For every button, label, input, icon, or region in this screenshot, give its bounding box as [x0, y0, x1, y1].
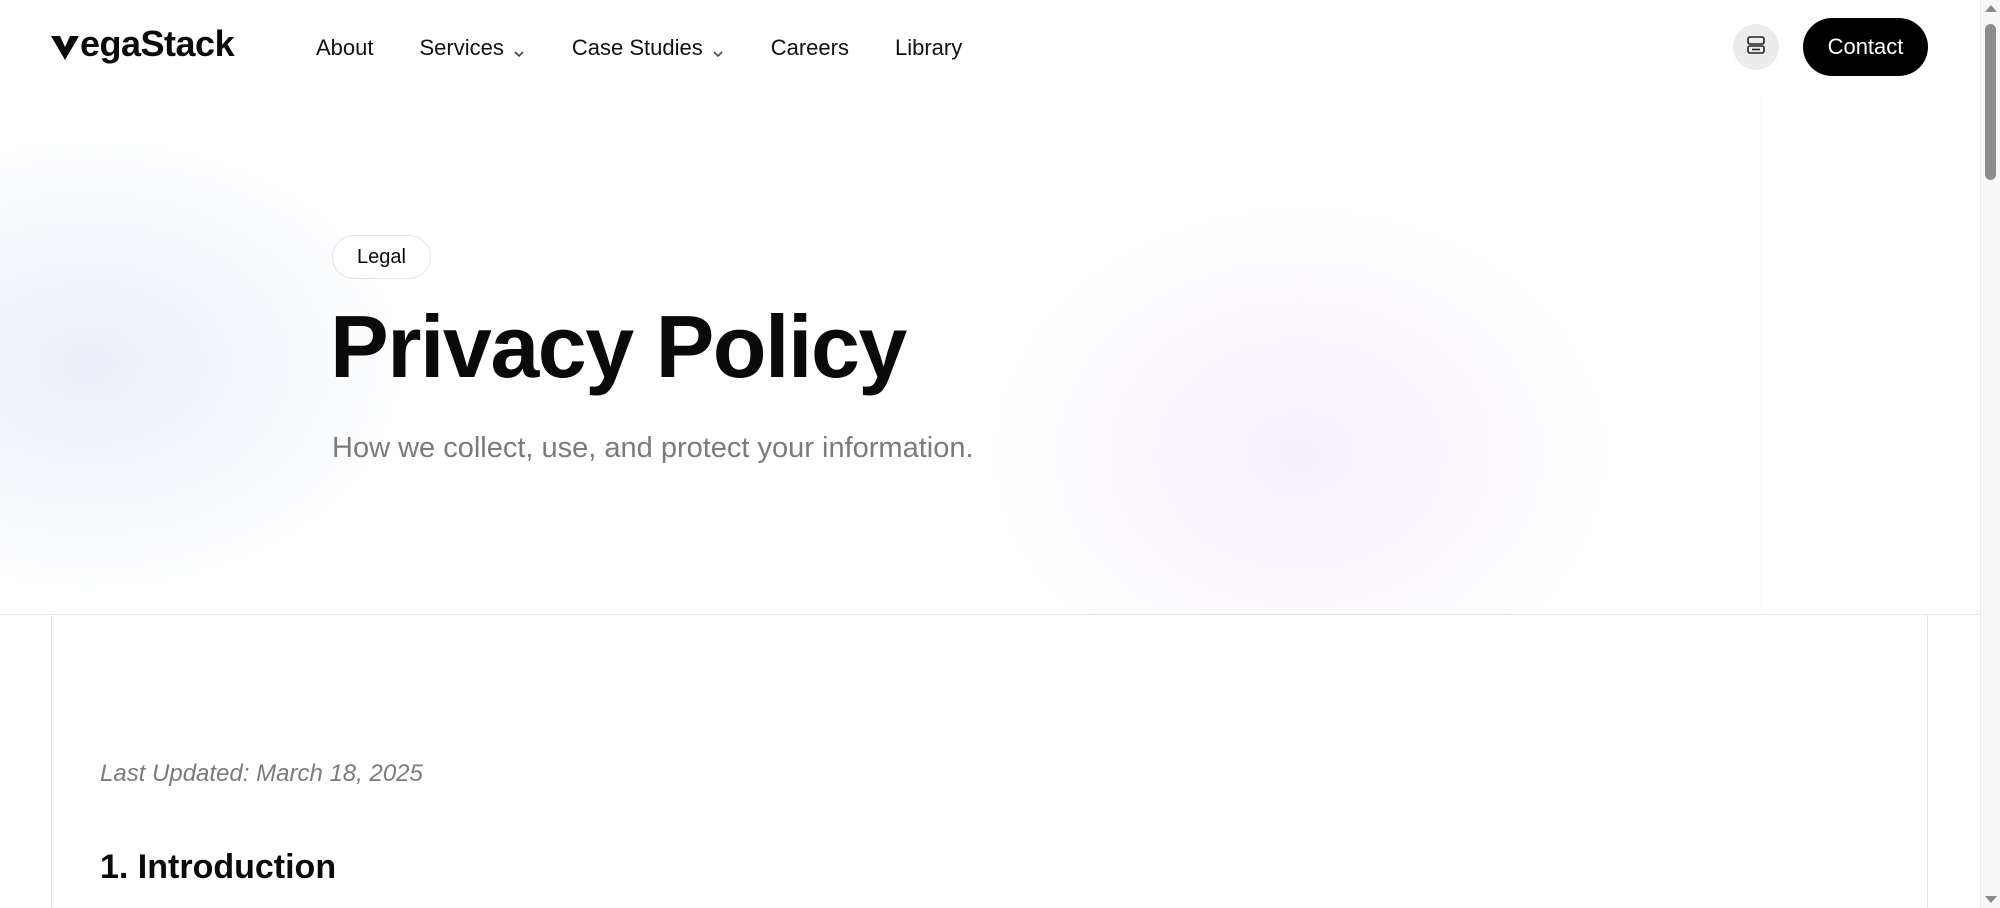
nav-item-label: Careers	[770, 35, 849, 60]
nav-item-about[interactable]: About	[316, 35, 374, 61]
main-nav: About Services Case Studies Careers Libr…	[316, 30, 1008, 66]
last-updated-date: Last Updated: March 18, 2025	[100, 760, 423, 787]
nav-item-label: Services	[419, 35, 504, 60]
nav-item-label: Library	[894, 35, 963, 60]
content-border-left	[51, 614, 52, 908]
hero-gradient-right	[950, 174, 1650, 614]
scroll-down-arrow-icon[interactable]	[1985, 896, 1997, 903]
hero-grid-line	[1760, 94, 1761, 614]
scroll-up-arrow-icon[interactable]	[1985, 5, 1997, 12]
server-icon-button[interactable]	[1733, 24, 1779, 70]
scrollbar-thumb[interactable]	[1985, 24, 1996, 180]
chevron-down-icon	[711, 41, 725, 58]
legal-badge: Legal	[332, 235, 431, 279]
contact-button[interactable]: Contact	[1803, 18, 1928, 76]
site-header: egaStack About Services Case Studies Car…	[0, 0, 1980, 94]
logo-v-icon	[50, 29, 80, 60]
content-border-right	[1927, 614, 1928, 908]
nav-item-case-studies[interactable]: Case Studies	[572, 35, 725, 61]
section-divider	[0, 614, 1980, 615]
nav-item-label: Case Studies	[571, 35, 703, 60]
server-icon	[1745, 34, 1767, 61]
page-title: Privacy Policy	[330, 297, 907, 396]
nav-item-services[interactable]: Services	[420, 35, 526, 61]
logo-text: egaStack	[80, 23, 235, 64]
hero-section: Legal Privacy Policy How we collect, use…	[0, 94, 1980, 614]
site-logo[interactable]: egaStack	[50, 23, 235, 64]
page: egaStack About Services Case Studies Car…	[0, 0, 2000, 908]
page-subtitle: How we collect, use, and protect your in…	[332, 432, 974, 464]
chevron-down-icon	[512, 41, 526, 58]
page-scrollbar[interactable]	[1980, 0, 2000, 908]
nav-item-library[interactable]: Library	[895, 35, 962, 61]
nav-item-label: About	[316, 35, 374, 60]
section-heading-introduction: 1. Introduction	[100, 848, 337, 886]
nav-item-careers[interactable]: Careers	[771, 35, 849, 61]
